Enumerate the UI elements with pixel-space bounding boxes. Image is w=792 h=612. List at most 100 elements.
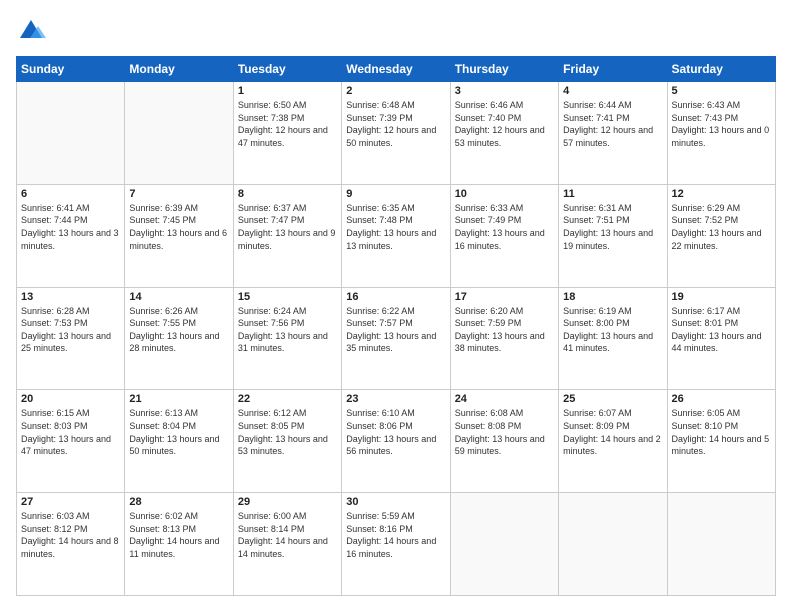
day-info: Sunrise: 6:44 AMSunset: 7:41 PMDaylight:… [563, 99, 662, 149]
calendar-cell: 7 Sunrise: 6:39 AMSunset: 7:45 PMDaylight… [125, 184, 233, 287]
calendar-cell [450, 493, 558, 596]
calendar-cell: 22 Sunrise: 6:12 AMSunset: 8:05 PMDayligh… [233, 390, 341, 493]
calendar-cell [17, 82, 125, 185]
day-number: 3 [455, 85, 554, 97]
day-number: 18 [563, 291, 662, 303]
day-number: 7 [129, 188, 228, 200]
calendar-cell [559, 493, 667, 596]
calendar-cell: 9 Sunrise: 6:35 AMSunset: 7:48 PMDaylight… [342, 184, 450, 287]
calendar-cell: 5 Sunrise: 6:43 AMSunset: 7:43 PMDaylight… [667, 82, 775, 185]
day-number: 28 [129, 496, 228, 508]
day-info: Sunrise: 6:33 AMSunset: 7:49 PMDaylight:… [455, 202, 554, 252]
weekday-header-row: SundayMondayTuesdayWednesdayThursdayFrid… [17, 57, 776, 82]
calendar-cell: 15 Sunrise: 6:24 AMSunset: 7:56 PMDayligh… [233, 287, 341, 390]
calendar-cell: 10 Sunrise: 6:33 AMSunset: 7:49 PMDayligh… [450, 184, 558, 287]
day-info: Sunrise: 6:26 AMSunset: 7:55 PMDaylight:… [129, 305, 228, 355]
day-info: Sunrise: 6:39 AMSunset: 7:45 PMDaylight:… [129, 202, 228, 252]
day-number: 13 [21, 291, 120, 303]
day-info: Sunrise: 6:02 AMSunset: 8:13 PMDaylight:… [129, 510, 228, 560]
day-info: Sunrise: 6:22 AMSunset: 7:57 PMDaylight:… [346, 305, 445, 355]
calendar-cell: 17 Sunrise: 6:20 AMSunset: 7:59 PMDayligh… [450, 287, 558, 390]
calendar-cell: 29 Sunrise: 6:00 AMSunset: 8:14 PMDayligh… [233, 493, 341, 596]
day-number: 6 [21, 188, 120, 200]
day-info: Sunrise: 6:50 AMSunset: 7:38 PMDaylight:… [238, 99, 337, 149]
day-info: Sunrise: 6:43 AMSunset: 7:43 PMDaylight:… [672, 99, 771, 149]
calendar-cell: 14Sunrise: 6:26 AMSunset: 7:55 PMDayligh… [125, 287, 233, 390]
calendar-cell: 19Sunrise: 6:17 AMSunset: 8:01 PMDayligh… [667, 287, 775, 390]
day-number: 20 [21, 393, 120, 405]
calendar-cell: 16 Sunrise: 6:22 AMSunset: 7:57 PMDayligh… [342, 287, 450, 390]
day-number: 4 [563, 85, 662, 97]
day-info: Sunrise: 6:31 AMSunset: 7:51 PMDaylight:… [563, 202, 662, 252]
day-number: 12 [672, 188, 771, 200]
calendar-cell: 21 Sunrise: 6:13 AMSunset: 8:04 PMDayligh… [125, 390, 233, 493]
day-info: Sunrise: 6:07 AMSunset: 8:09 PMDaylight:… [563, 407, 662, 457]
weekday-header-tuesday: Tuesday [233, 57, 341, 82]
day-number: 11 [563, 188, 662, 200]
calendar-cell: 30 Sunrise: 5:59 AMSunset: 8:16 PMDayligh… [342, 493, 450, 596]
day-info: Sunrise: 5:59 AMSunset: 8:16 PMDaylight:… [346, 510, 445, 560]
day-info: Sunrise: 6:41 AMSunset: 7:44 PMDaylight:… [21, 202, 120, 252]
day-info: Sunrise: 6:12 AMSunset: 8:05 PMDaylight:… [238, 407, 337, 457]
calendar-cell: 1 Sunrise: 6:50 AMSunset: 7:38 PMDaylight… [233, 82, 341, 185]
week-row-2: 6 Sunrise: 6:41 AMSunset: 7:44 PMDaylight… [17, 184, 776, 287]
calendar-cell: 18 Sunrise: 6:19 AMSunset: 8:00 PMDayligh… [559, 287, 667, 390]
day-number: 24 [455, 393, 554, 405]
weekday-header-friday: Friday [559, 57, 667, 82]
weekday-header-monday: Monday [125, 57, 233, 82]
day-number: 29 [238, 496, 337, 508]
day-number: 25 [563, 393, 662, 405]
day-number: 27 [21, 496, 120, 508]
day-number: 17 [455, 291, 554, 303]
day-info: Sunrise: 6:35 AMSunset: 7:48 PMDaylight:… [346, 202, 445, 252]
page: SundayMondayTuesdayWednesdayThursdayFrid… [0, 0, 792, 612]
day-number: 26 [672, 393, 771, 405]
day-number: 15 [238, 291, 337, 303]
day-number: 30 [346, 496, 445, 508]
day-info: Sunrise: 6:05 AMSunset: 8:10 PMDaylight:… [672, 407, 771, 457]
calendar-cell: 25 Sunrise: 6:07 AMSunset: 8:09 PMDayligh… [559, 390, 667, 493]
day-info: Sunrise: 6:20 AMSunset: 7:59 PMDaylight:… [455, 305, 554, 355]
calendar-cell: 28 Sunrise: 6:02 AMSunset: 8:13 PMDayligh… [125, 493, 233, 596]
logo-icon [16, 16, 46, 46]
weekday-header-sunday: Sunday [17, 57, 125, 82]
calendar-cell: 23Sunrise: 6:10 AMSunset: 8:06 PMDayligh… [342, 390, 450, 493]
day-info: Sunrise: 6:48 AMSunset: 7:39 PMDaylight:… [346, 99, 445, 149]
calendar-cell: 2Sunrise: 6:48 AMSunset: 7:39 PMDaylight… [342, 82, 450, 185]
day-number: 1 [238, 85, 337, 97]
day-info: Sunrise: 6:03 AMSunset: 8:12 PMDaylight:… [21, 510, 120, 560]
day-info: Sunrise: 6:15 AMSunset: 8:03 PMDaylight:… [21, 407, 120, 457]
calendar-cell: 8 Sunrise: 6:37 AMSunset: 7:47 PMDaylight… [233, 184, 341, 287]
day-number: 16 [346, 291, 445, 303]
day-info: Sunrise: 6:37 AMSunset: 7:47 PMDaylight:… [238, 202, 337, 252]
day-number: 5 [672, 85, 771, 97]
day-info: Sunrise: 6:08 AMSunset: 8:08 PMDaylight:… [455, 407, 554, 457]
day-number: 21 [129, 393, 228, 405]
day-info: Sunrise: 6:46 AMSunset: 7:40 PMDaylight:… [455, 99, 554, 149]
day-number: 8 [238, 188, 337, 200]
calendar-cell: 4 Sunrise: 6:44 AMSunset: 7:41 PMDaylight… [559, 82, 667, 185]
calendar-cell: 27 Sunrise: 6:03 AMSunset: 8:12 PMDayligh… [17, 493, 125, 596]
logo [16, 16, 50, 46]
calendar-cell: 20 Sunrise: 6:15 AMSunset: 8:03 PMDayligh… [17, 390, 125, 493]
week-row-5: 27 Sunrise: 6:03 AMSunset: 8:12 PMDayligh… [17, 493, 776, 596]
day-info: Sunrise: 6:24 AMSunset: 7:56 PMDaylight:… [238, 305, 337, 355]
calendar-cell: 13Sunrise: 6:28 AMSunset: 7:53 PMDayligh… [17, 287, 125, 390]
day-number: 9 [346, 188, 445, 200]
day-number: 22 [238, 393, 337, 405]
calendar-cell [667, 493, 775, 596]
calendar-cell: 26 Sunrise: 6:05 AMSunset: 8:10 PMDayligh… [667, 390, 775, 493]
weekday-header-wednesday: Wednesday [342, 57, 450, 82]
day-info: Sunrise: 6:00 AMSunset: 8:14 PMDaylight:… [238, 510, 337, 560]
day-info: Sunrise: 6:17 AMSunset: 8:01 PMDaylight:… [672, 305, 771, 355]
day-info: Sunrise: 6:13 AMSunset: 8:04 PMDaylight:… [129, 407, 228, 457]
calendar-table: SundayMondayTuesdayWednesdayThursdayFrid… [16, 56, 776, 596]
day-number: 10 [455, 188, 554, 200]
calendar-cell: 3 Sunrise: 6:46 AMSunset: 7:40 PMDaylight… [450, 82, 558, 185]
day-info: Sunrise: 6:29 AMSunset: 7:52 PMDaylight:… [672, 202, 771, 252]
calendar-cell: 12 Sunrise: 6:29 AMSunset: 7:52 PMDayligh… [667, 184, 775, 287]
week-row-3: 13Sunrise: 6:28 AMSunset: 7:53 PMDayligh… [17, 287, 776, 390]
day-info: Sunrise: 6:19 AMSunset: 8:00 PMDaylight:… [563, 305, 662, 355]
calendar-cell: 24 Sunrise: 6:08 AMSunset: 8:08 PMDayligh… [450, 390, 558, 493]
header [16, 16, 776, 46]
